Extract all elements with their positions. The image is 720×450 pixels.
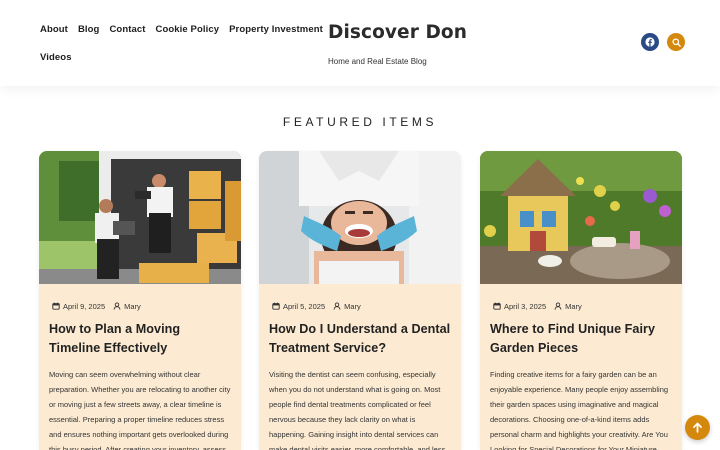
site-brand: Discover Don Home and Real Estate Blog [328, 22, 467, 66]
post-meta: April 9, 2025 Mary [52, 301, 241, 311]
post-author-wrap: Mary [113, 302, 141, 311]
post-title[interactable]: Where to Find Unique Fairy Garden Pieces [490, 320, 672, 358]
post-meta: April 5, 2025 Mary [272, 301, 461, 311]
post-author[interactable]: Mary [344, 302, 361, 311]
site-tagline: Home and Real Estate Blog [328, 57, 427, 66]
site-header: About Blog Contact Cookie Policy Propert… [0, 0, 720, 86]
post-date[interactable]: April 9, 2025 [63, 302, 105, 311]
post-card[interactable]: April 3, 2025 Mary Where to Find Unique … [480, 151, 682, 450]
nav-row: Videos [40, 46, 310, 68]
facebook-icon [645, 37, 655, 47]
post-image-dentist[interactable] [259, 151, 461, 284]
main-nav: About Blog Contact Cookie Policy Propert… [40, 18, 323, 68]
post-image-movers[interactable] [39, 151, 241, 284]
user-icon [554, 302, 562, 310]
nav-link-cookie-policy[interactable]: Cookie Policy [156, 24, 220, 35]
post-card[interactable]: April 9, 2025 Mary How to Plan a Moving … [39, 151, 241, 450]
post-meta: April 3, 2025 Mary [493, 301, 682, 311]
facebook-button[interactable] [641, 33, 659, 51]
post-excerpt: Visiting the dentist can seem confusing,… [269, 370, 446, 450]
post-excerpt: Moving can seem overwhelming without cle… [49, 370, 231, 450]
user-icon [113, 302, 121, 310]
nav-link-property-investment[interactable]: Property Investment [229, 24, 323, 35]
scroll-to-top-button[interactable] [685, 415, 710, 440]
post-card[interactable]: April 5, 2025 Mary How Do I Understand a… [259, 151, 461, 450]
post-title[interactable]: How Do I Understand a Dental Treatment S… [269, 320, 451, 358]
post-title[interactable]: How to Plan a Moving Timeline Effectivel… [49, 320, 231, 358]
nav-link-contact[interactable]: Contact [109, 24, 145, 35]
arrow-up-icon [693, 422, 702, 433]
nav-link-about[interactable]: About [40, 24, 68, 35]
site-title[interactable]: Discover Don [328, 22, 467, 43]
post-date[interactable]: April 3, 2025 [504, 302, 546, 311]
user-icon [333, 302, 341, 310]
nav-link-videos[interactable]: Videos [40, 52, 72, 63]
calendar-icon [52, 302, 60, 310]
post-image-fairy-garden[interactable] [480, 151, 682, 284]
post-author[interactable]: Mary [565, 302, 582, 311]
nav-row: About Blog Contact Cookie Policy Propert… [40, 18, 323, 40]
post-author[interactable]: Mary [124, 302, 141, 311]
post-author-wrap: Mary [333, 302, 361, 311]
post-author-wrap: Mary [554, 302, 582, 311]
post-date[interactable]: April 5, 2025 [283, 302, 325, 311]
search-icon [671, 37, 681, 47]
nav-link-blog[interactable]: Blog [78, 24, 100, 35]
calendar-icon [493, 302, 501, 310]
search-button[interactable] [667, 33, 685, 51]
post-excerpt: Finding creative items for a fairy garde… [490, 370, 669, 450]
section-title: FEATURED ITEMS [282, 115, 438, 129]
calendar-icon [272, 302, 280, 310]
